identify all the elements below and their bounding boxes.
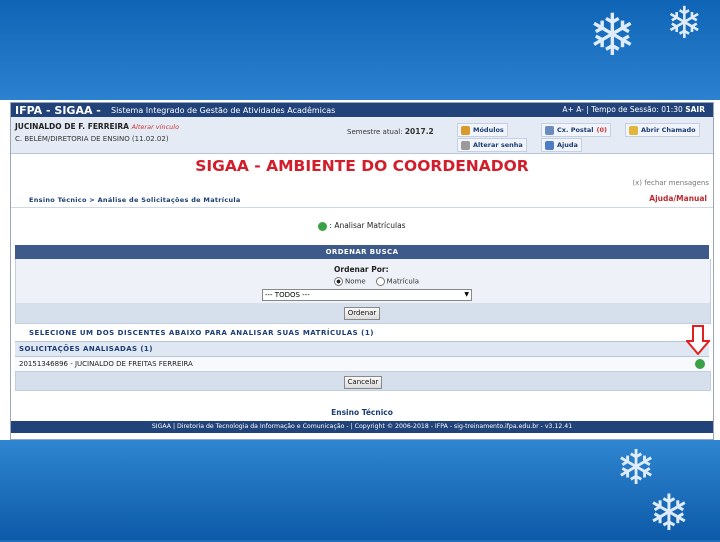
- snowflake-icon: ❄: [666, 0, 703, 49]
- help-icon: [545, 140, 554, 150]
- cancel-button[interactable]: Cancelar: [344, 376, 382, 389]
- analisar-matriculas-legend: : Analisar Matrículas: [11, 221, 713, 231]
- session-info: A+ A- | Tempo de Sessão: 01:30 SAIR: [562, 105, 705, 114]
- order-by-label: Ordenar Por:: [334, 265, 389, 274]
- ticket-icon: [629, 125, 638, 135]
- slide-bottom-background: [0, 440, 720, 540]
- user-info-bar: JUCINALDO DE F. FERREIRA Alterar vínculo…: [11, 117, 713, 154]
- analyze-icon: [318, 221, 328, 231]
- ajuda-manual-link[interactable]: Ajuda/Manual: [649, 194, 707, 203]
- alterar-senha-button[interactable]: Alterar senha: [457, 138, 527, 152]
- font-size-controls[interactable]: A+ A-: [562, 105, 583, 114]
- ajuda-button[interactable]: Ajuda: [541, 138, 582, 152]
- user-department: C. BELÉM/DIRETORIA DE ENSINO (11.02.02): [15, 135, 169, 143]
- caixa-postal-button[interactable]: Cx. Postal (0): [541, 123, 611, 137]
- user-name: JUCINALDO DE F. FERREIRA Alterar vínculo: [15, 122, 180, 131]
- breadcrumb-bar: Ensino Técnico > Análise de Solicitações…: [11, 191, 713, 208]
- system-name: IFPA - SIGAA -: [15, 104, 101, 117]
- ordenar-button[interactable]: Ordenar: [344, 307, 380, 320]
- filter-select[interactable]: --- TODOS --- ▼: [262, 289, 472, 301]
- module-footer-label: Ensino Técnico: [331, 408, 393, 417]
- cancel-button-bar: Cancelar: [15, 371, 711, 391]
- semester-info: Semestre atual: 2017.2: [347, 127, 434, 136]
- fechar-mensagens-link[interactable]: (x) fechar mensagens: [632, 179, 709, 187]
- chevron-down-icon: ▼: [464, 291, 469, 298]
- ordenar-busca-form: Ordenar Por: Nome Matrícula --- TODOS --…: [15, 259, 711, 304]
- ordenar-busca-title: ORDENAR BUSCA: [15, 245, 709, 259]
- breadcrumb: Ensino Técnico > Análise de Solicitações…: [29, 196, 241, 204]
- logout-link[interactable]: SAIR: [685, 105, 705, 114]
- annotation-arrow-down-icon: [686, 325, 710, 355]
- session-timer: Tempo de Sessão: 01:30: [591, 105, 683, 114]
- abrir-chamado-button[interactable]: Abrir Chamado: [625, 123, 700, 137]
- table-row: 20151346896 - JUCINALDO DE FREITAS FERRE…: [15, 357, 709, 372]
- key-icon: [461, 140, 470, 150]
- modulos-button[interactable]: Módulos: [457, 123, 508, 137]
- mail-icon: [545, 125, 554, 135]
- analyze-student-icon[interactable]: [695, 359, 705, 369]
- snowflake-icon: ❄: [588, 1, 637, 69]
- system-footer: SIGAA | Diretoria de Tecnologia da Infor…: [11, 421, 713, 433]
- student-row-text: 20151346896 - JUCINALDO DE FREITAS FERRE…: [19, 360, 193, 368]
- system-header-bar: IFPA - SIGAA - Sistema Integrado de Gest…: [11, 103, 713, 117]
- system-full-name: Sistema Integrado de Gestão de Atividade…: [111, 106, 336, 115]
- ordenar-button-bar: Ordenar: [15, 303, 711, 324]
- select-student-instruction: SELECIONE UM DOS DISCENTES ABAIXO PARA A…: [29, 329, 374, 337]
- alter-vinculo-link[interactable]: Alterar vínculo: [132, 123, 179, 131]
- radio-nome[interactable]: Nome: [334, 277, 366, 286]
- page-title: SIGAA - AMBIENTE DO COORDENADOR: [195, 157, 529, 175]
- solicitacoes-analisadas-header: SOLICITAÇÕES ANALISADAS (1): [15, 341, 709, 357]
- sigaa-screenshot: IFPA - SIGAA - Sistema Integrado de Gest…: [10, 102, 714, 440]
- modulos-icon: [461, 125, 470, 135]
- snowflake-icon: ❄: [648, 484, 690, 542]
- radio-matricula[interactable]: Matrícula: [375, 277, 419, 286]
- order-radio-group: Nome Matrícula: [334, 277, 419, 286]
